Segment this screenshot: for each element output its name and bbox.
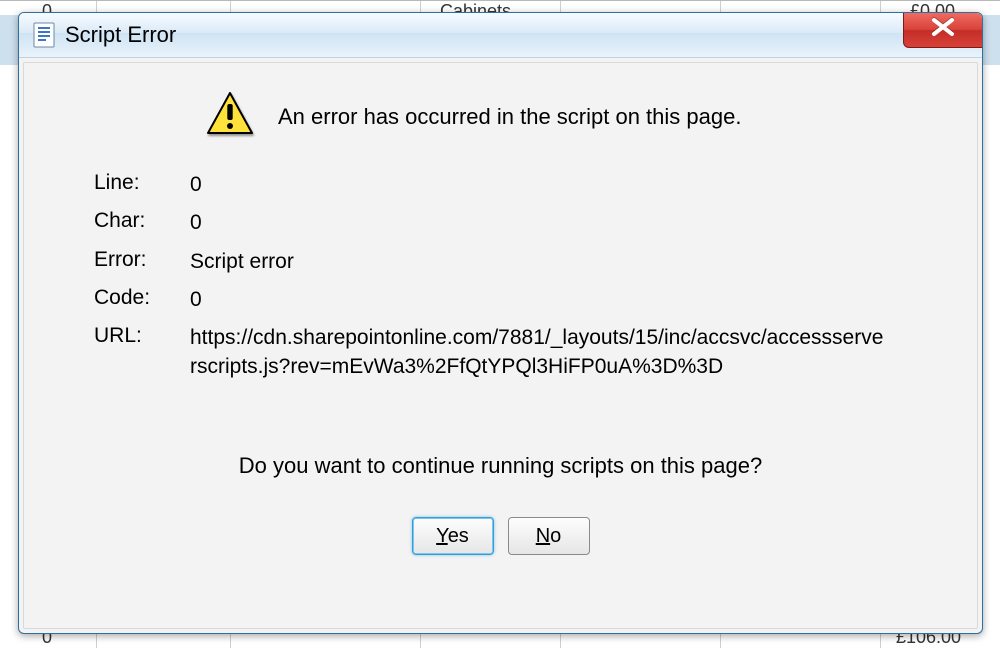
value-url: https://cdn.sharepointonline.com/7881/_l…	[190, 324, 890, 381]
dialog-body: An error has occurred in the script on t…	[23, 62, 978, 629]
no-button[interactable]: No	[508, 517, 590, 555]
error-heading: An error has occurred in the script on t…	[278, 104, 741, 130]
yes-button[interactable]: Yes	[412, 517, 494, 555]
detail-row-line: Line: 0	[94, 171, 925, 199]
label-line: Line:	[94, 171, 190, 199]
button-row: Yes No	[76, 517, 925, 555]
titlebar[interactable]: Script Error	[19, 13, 982, 58]
label-url: URL:	[94, 324, 190, 381]
script-error-dialog: Script Error An error has occurred in th…	[18, 12, 983, 634]
detail-row-code: Code: 0	[94, 286, 925, 314]
label-char: Char:	[94, 209, 190, 237]
label-code: Code:	[94, 286, 190, 314]
value-char: 0	[190, 209, 890, 237]
value-code: 0	[190, 286, 890, 314]
detail-row-url: URL: https://cdn.sharepointonline.com/78…	[94, 324, 925, 381]
detail-row-error: Error: Script error	[94, 248, 925, 276]
error-details: Line: 0 Char: 0 Error: Script error Code…	[94, 171, 925, 391]
document-icon	[33, 22, 55, 48]
value-line: 0	[190, 171, 890, 199]
close-icon	[930, 17, 956, 43]
dialog-title: Script Error	[65, 22, 176, 48]
close-button[interactable]	[903, 13, 982, 48]
value-error: Script error	[190, 248, 890, 276]
continue-prompt: Do you want to continue running scripts …	[76, 453, 925, 479]
warning-icon	[206, 91, 254, 143]
label-error: Error:	[94, 248, 190, 276]
detail-row-char: Char: 0	[94, 209, 925, 237]
